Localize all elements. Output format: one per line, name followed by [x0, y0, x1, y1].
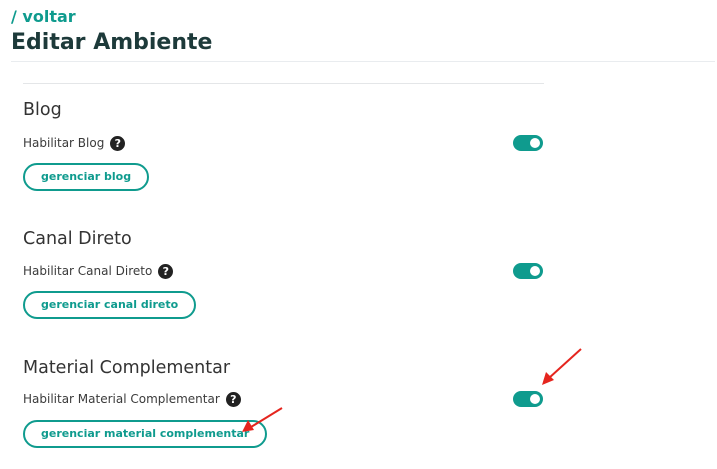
section-title-canal-direto: Canal Direto [23, 229, 132, 249]
header-divider [11, 61, 715, 62]
manage-canal-direto-button[interactable]: gerenciar canal direto [23, 291, 197, 319]
breadcrumb-back-link[interactable]: / voltar [11, 7, 76, 27]
enable-canal-direto-toggle[interactable] [513, 263, 543, 279]
enable-blog-label-row: Habilitar Blog ? [23, 135, 126, 151]
red-arrow-icon [542, 348, 582, 385]
enable-material-complementar-toggle[interactable] [513, 391, 543, 407]
enable-material-complementar-label: Habilitar Material Complementar [23, 392, 220, 406]
manage-blog-button[interactable]: gerenciar blog [23, 163, 150, 191]
help-icon[interactable]: ? [158, 263, 174, 279]
enable-blog-toggle[interactable] [513, 135, 543, 151]
enable-canal-direto-label: Habilitar Canal Direto [23, 264, 153, 278]
help-icon[interactable]: ? [110, 135, 126, 151]
section-title-material-complementar: Material Complementar [23, 358, 231, 378]
page-title: Editar Ambiente [11, 30, 213, 55]
toggle-knob [530, 394, 540, 404]
help-icon[interactable]: ? [225, 391, 241, 407]
toggle-knob [530, 138, 540, 148]
enable-blog-label: Habilitar Blog [23, 136, 105, 150]
manage-material-complementar-button[interactable]: gerenciar material complementar [23, 420, 268, 448]
enable-material-complementar-label-row: Habilitar Material Complementar ? [23, 391, 241, 407]
section-title-blog: Blog [23, 100, 62, 120]
content-divider [23, 83, 544, 84]
enable-canal-direto-label-row: Habilitar Canal Direto ? [23, 263, 174, 279]
toggle-knob [530, 266, 540, 276]
